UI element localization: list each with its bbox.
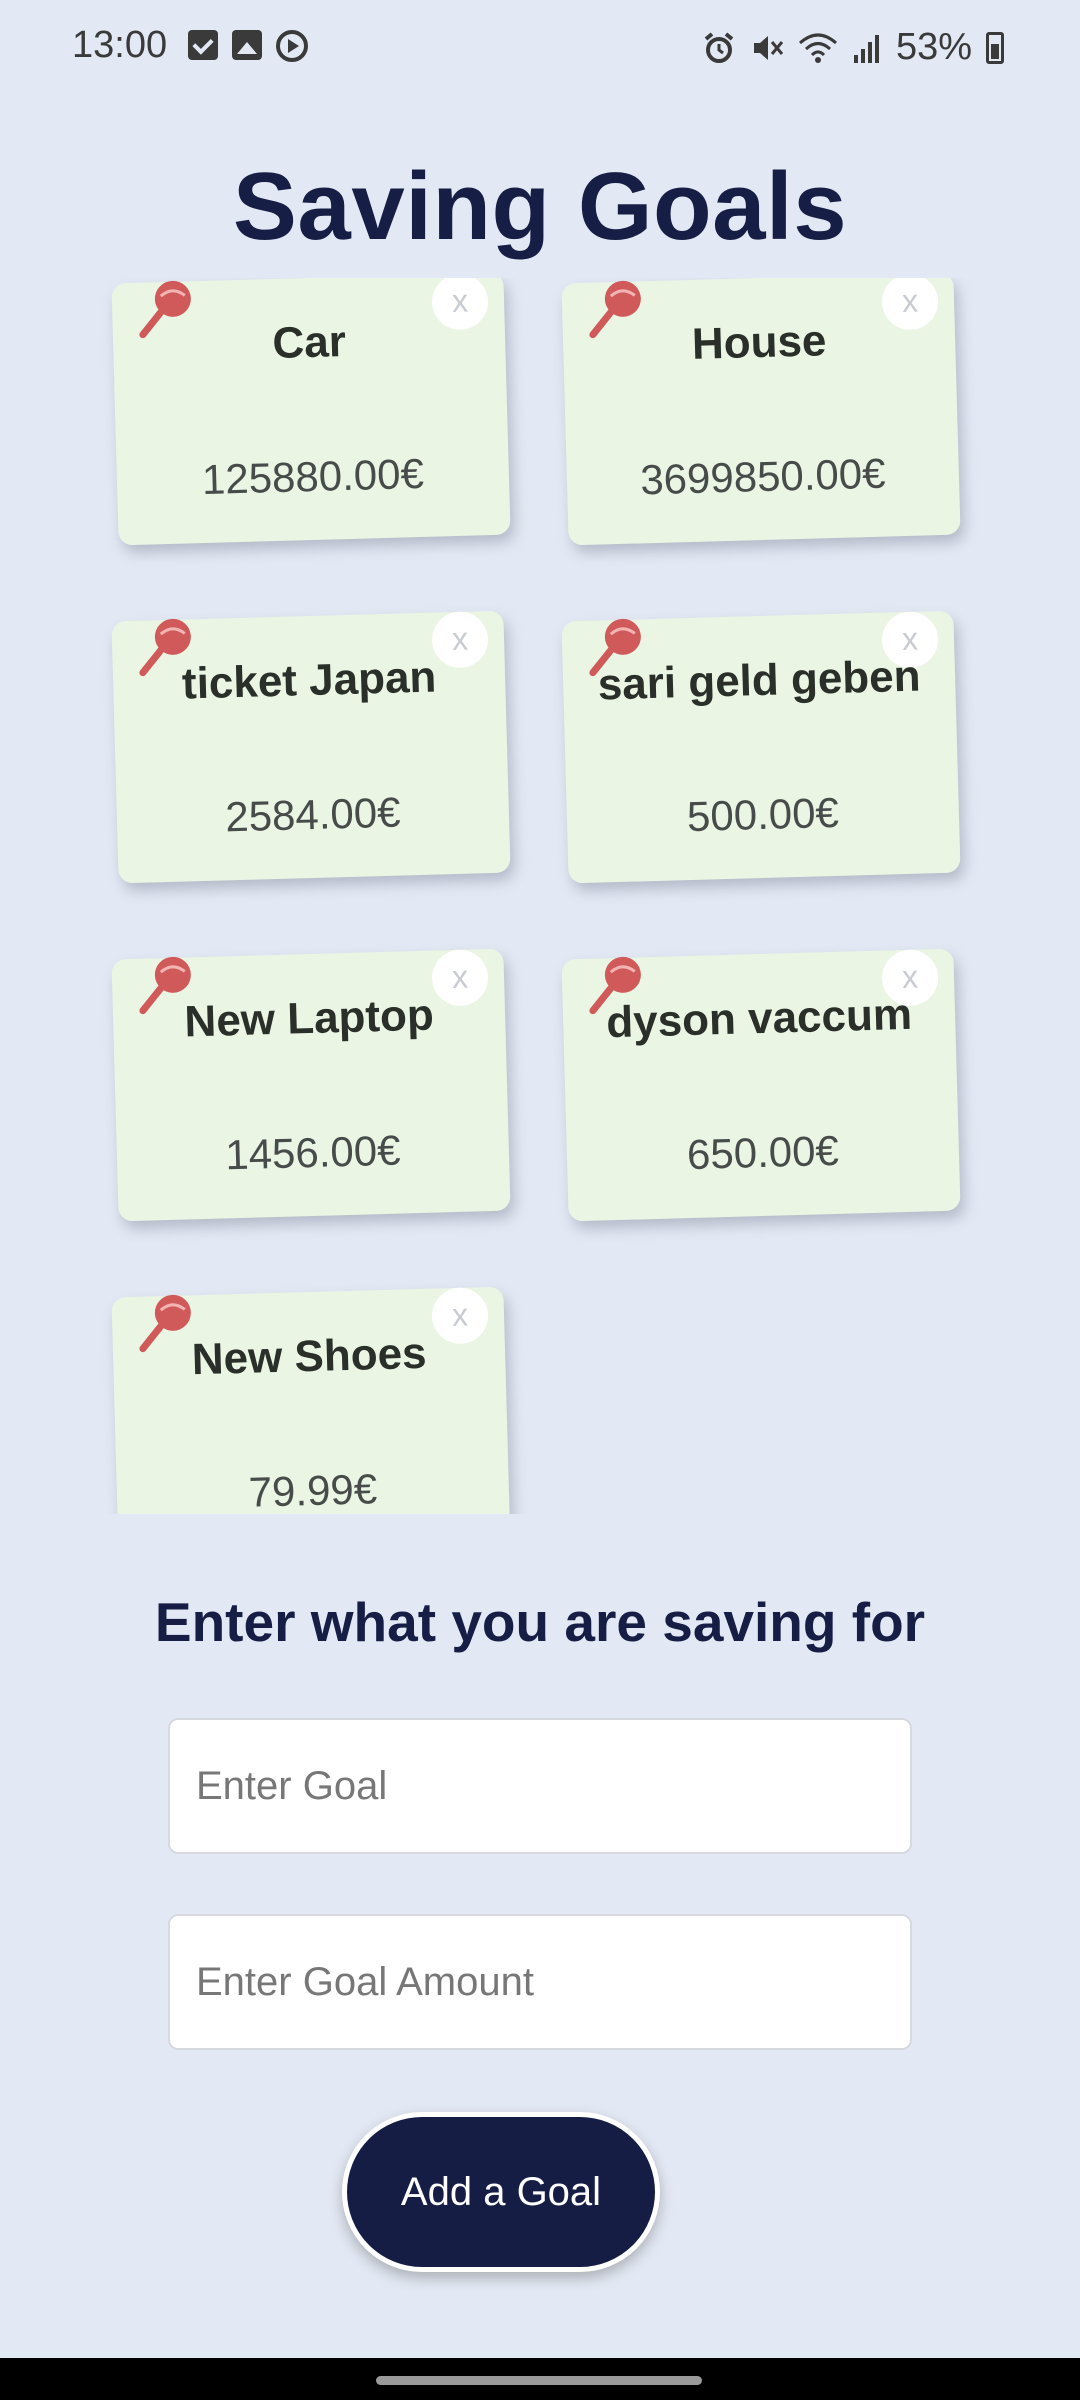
goal-name: ticket Japan xyxy=(181,652,437,709)
status-bar: 13:00 53% xyxy=(0,0,1080,96)
goal-name: New Shoes xyxy=(191,1328,428,1385)
form-heading: Enter what you are saving for xyxy=(154,1591,926,1653)
add-goal-button[interactable]: Add a Goal xyxy=(342,2112,660,2272)
goal-card[interactable]: x ticket Japan 2584.00€ xyxy=(111,610,511,884)
goal-card[interactable]: x New Laptop 1456.00€ xyxy=(111,948,511,1222)
goal-card[interactable]: x dyson vaccum 650.00€ xyxy=(561,948,961,1222)
app-screen: 13:00 53% Saving Goals x Car 125880.00€ … xyxy=(0,0,1080,2400)
wifi-icon xyxy=(798,33,837,63)
page-title: Saving Goals xyxy=(232,153,848,260)
goal-name: dyson vaccum xyxy=(605,989,913,1048)
status-time: 13:00 xyxy=(72,24,168,66)
goal-amount: 500.00€ xyxy=(686,788,840,841)
goal-card[interactable]: x sari geld geben 500.00€ xyxy=(561,610,961,884)
alarm-icon xyxy=(704,31,734,63)
goal-amount: 1456.00€ xyxy=(224,1126,402,1179)
goal-name: sari geld geben xyxy=(597,651,922,710)
goal-name: Car xyxy=(271,317,347,369)
goal-name: New Laptop xyxy=(183,990,435,1047)
goal-amount: 79.99€ xyxy=(248,1465,378,1514)
system-icons: 53% xyxy=(702,26,1004,69)
goal-amount: 650.00€ xyxy=(686,1126,840,1179)
navigation-bar xyxy=(0,2358,1080,2400)
goal-amount-input[interactable] xyxy=(168,1914,912,2050)
signal-icon xyxy=(853,34,879,63)
goal-amount: 2584.00€ xyxy=(224,788,402,841)
goal-card[interactable]: x House 3699850.00€ xyxy=(561,278,961,546)
mute-icon xyxy=(753,35,784,60)
goal-amount: 3699850.00€ xyxy=(639,449,887,504)
goal-card[interactable]: x Car 125880.00€ xyxy=(111,278,511,546)
play-notification-icon xyxy=(276,30,308,62)
checkbox-notification-icon xyxy=(188,30,218,60)
image-notification-icon xyxy=(232,30,262,60)
goal-name-input[interactable] xyxy=(168,1718,912,1854)
goal-amount: 125880.00€ xyxy=(201,449,425,504)
notification-icons xyxy=(188,30,308,62)
goal-name: House xyxy=(691,316,828,369)
battery-icon xyxy=(986,31,1004,64)
goals-list[interactable]: x Car 125880.00€ x House 3699850.00€ x ticket J… xyxy=(100,278,980,1514)
battery-percentage: 53% xyxy=(895,26,972,68)
home-indicator[interactable] xyxy=(376,2376,702,2385)
goal-card[interactable]: x New Shoes 79.99€ xyxy=(111,1286,511,1514)
